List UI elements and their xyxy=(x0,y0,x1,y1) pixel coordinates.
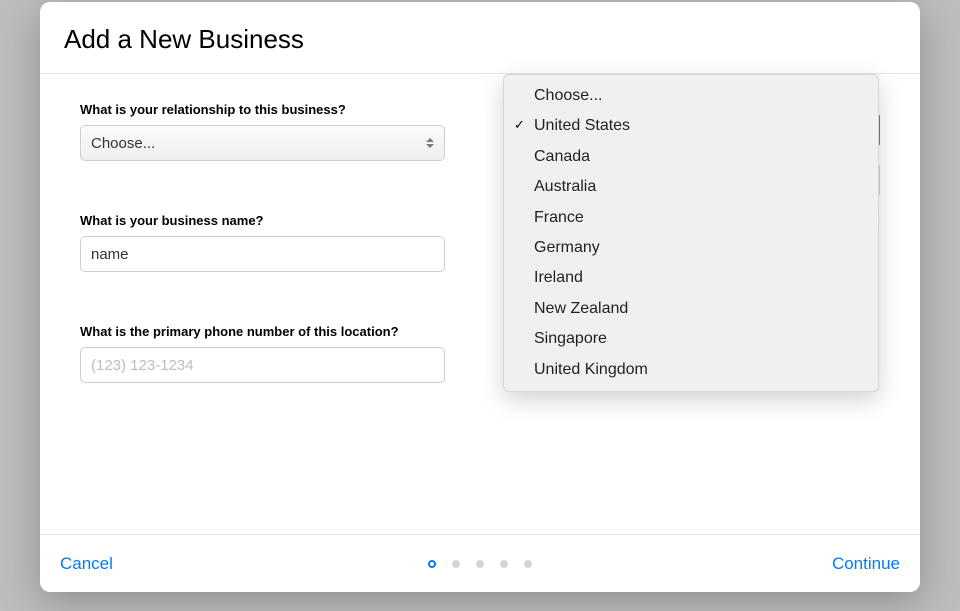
country-option-label: Choose... xyxy=(534,87,602,104)
pager-dot[interactable] xyxy=(476,560,484,568)
country-option[interactable]: United Kingdom xyxy=(504,355,878,385)
country-option[interactable]: France xyxy=(504,203,878,233)
country-option-label: France xyxy=(534,209,584,226)
modal-header: Add a New Business xyxy=(40,2,920,74)
country-option-label: Canada xyxy=(534,148,590,165)
phone-field: What is the primary phone number of this… xyxy=(80,324,445,383)
step-pager xyxy=(428,560,532,568)
modal-title: Add a New Business xyxy=(64,24,880,55)
pager-dot[interactable] xyxy=(524,560,532,568)
country-option-label: United States xyxy=(534,117,630,134)
country-option[interactable]: Choose... xyxy=(504,81,878,111)
relationship-field: What is your relationship to this busine… xyxy=(80,102,445,161)
relationship-select[interactable]: Choose... xyxy=(80,125,445,161)
pager-dot[interactable] xyxy=(500,560,508,568)
country-option[interactable]: Germany xyxy=(504,233,878,263)
country-option-label: Germany xyxy=(534,239,600,256)
modal-footer: Cancel Continue xyxy=(40,534,920,592)
country-option[interactable]: Canada xyxy=(504,142,878,172)
left-column: What is your relationship to this busine… xyxy=(80,102,445,435)
modal-backdrop: Add a New Business What is your relation… xyxy=(0,0,960,611)
country-option-label: Ireland xyxy=(534,269,583,286)
business-name-input[interactable] xyxy=(80,236,445,272)
country-option[interactable]: New Zealand xyxy=(504,294,878,324)
select-caret-icon xyxy=(424,134,436,152)
relationship-label: What is your relationship to this busine… xyxy=(80,102,445,117)
pager-dot[interactable] xyxy=(452,560,460,568)
country-option-label: Singapore xyxy=(534,330,607,347)
country-dropdown[interactable]: Choose... ✓ United States Canada Australia Fr… xyxy=(503,74,879,392)
continue-button[interactable]: Continue xyxy=(832,554,900,574)
modal-body: What is your relationship to this busine… xyxy=(40,74,920,534)
business-name-field: What is your business name? xyxy=(80,213,445,272)
phone-input[interactable] xyxy=(80,347,445,383)
relationship-select-value: Choose... xyxy=(91,135,155,152)
business-name-label: What is your business name? xyxy=(80,213,445,228)
cancel-button[interactable]: Cancel xyxy=(60,554,113,574)
country-option-label: United Kingdom xyxy=(534,361,648,378)
pager-dot[interactable] xyxy=(428,560,436,568)
country-option-label: Australia xyxy=(534,178,596,195)
add-business-modal: Add a New Business What is your relation… xyxy=(40,2,920,592)
country-option[interactable]: Ireland xyxy=(504,263,878,293)
country-option-label: New Zealand xyxy=(534,300,628,317)
country-option[interactable]: Australia xyxy=(504,172,878,202)
country-option[interactable]: Singapore xyxy=(504,324,878,354)
country-option[interactable]: ✓ United States xyxy=(504,111,878,141)
phone-label: What is the primary phone number of this… xyxy=(80,324,445,339)
check-icon: ✓ xyxy=(514,116,525,134)
